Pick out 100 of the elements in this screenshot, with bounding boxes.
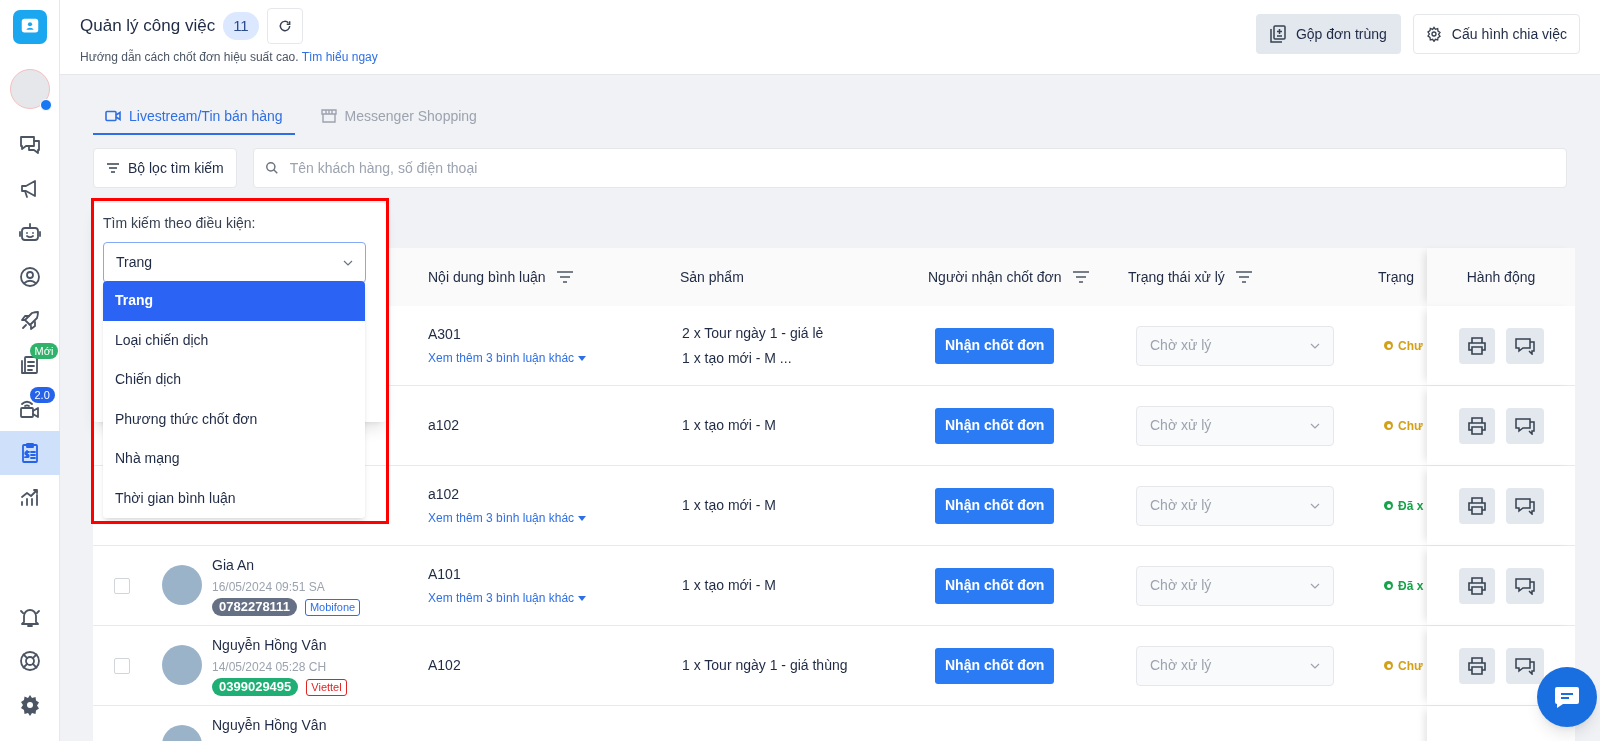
print-button[interactable] bbox=[1458, 327, 1495, 364]
comment-text: a102 bbox=[428, 485, 461, 504]
refresh-button[interactable] bbox=[266, 8, 303, 44]
status-select[interactable]: Chờ xử lý bbox=[1136, 405, 1334, 446]
chat-icon bbox=[1554, 686, 1580, 708]
column-header: Trạng bbox=[1378, 267, 1415, 287]
order-status: Chư bbox=[1398, 657, 1423, 675]
column-header[interactable]: Người nhận chốt đơn bbox=[928, 266, 1090, 288]
chevron-down-icon bbox=[1310, 662, 1320, 669]
avatar-photo bbox=[162, 645, 202, 685]
dropdown-option[interactable]: Loại chiến dịch bbox=[103, 320, 365, 360]
page-avatar[interactable] bbox=[9, 69, 50, 109]
phone-number: 0399029495 bbox=[212, 678, 299, 696]
claim-order-button[interactable]: Nhận chốt đơn bbox=[935, 567, 1055, 604]
product-line: 1 x Tour ngày 1 - giá thùng bbox=[682, 656, 849, 675]
comment-time: 14/05/2024 05:28 CH bbox=[212, 659, 328, 676]
merge-orders-button[interactable]: Gộp đơn trùng bbox=[1255, 14, 1401, 54]
video-camera-icon bbox=[105, 110, 121, 122]
filter-icon bbox=[1071, 270, 1090, 284]
row-checkbox[interactable] bbox=[113, 577, 130, 594]
filter-icon bbox=[1234, 270, 1253, 284]
chat-bubbles-icon bbox=[1514, 656, 1535, 675]
claim-order-button[interactable]: Nhận chốt đơn bbox=[935, 407, 1055, 444]
search-icon bbox=[264, 161, 279, 175]
print-button[interactable] bbox=[1458, 487, 1495, 524]
tab[interactable]: Livestream/Tin bán hàng bbox=[93, 99, 295, 135]
phone-number: 0782278111 bbox=[212, 598, 297, 616]
dropdown-option[interactable]: Trang bbox=[103, 281, 365, 321]
page-title: Quản lý công việc bbox=[80, 15, 216, 38]
sidebar-item[interactable] bbox=[0, 431, 60, 475]
more-comments-link[interactable]: Xem thêm 3 bình luận khác bbox=[428, 589, 664, 607]
search-field[interactable]: Tên khách hàng, số điện thoại bbox=[252, 148, 1567, 188]
status-select[interactable]: Chờ xử lý bbox=[1136, 485, 1334, 526]
claim-order-button[interactable]: Nhận chốt đơn bbox=[935, 487, 1055, 524]
comment-text: A101 bbox=[428, 565, 462, 584]
dropdown-option[interactable]: Phương thức chốt đơn bbox=[103, 399, 365, 439]
lifebuoy-icon bbox=[17, 649, 42, 673]
message-button[interactable] bbox=[1505, 647, 1544, 684]
message-button[interactable] bbox=[1505, 327, 1544, 364]
floating-chat-button[interactable] bbox=[1537, 667, 1597, 727]
product-line: 1 x tạo mới - M bbox=[682, 576, 777, 595]
row-checkbox[interactable] bbox=[113, 657, 130, 674]
comment-text: A301 bbox=[428, 325, 462, 344]
customer-name: Nguyễn Hồng Vân bbox=[212, 716, 327, 735]
app-logo[interactable] bbox=[12, 10, 47, 44]
claim-order-button[interactable]: Nhận chốt đơn bbox=[935, 647, 1055, 684]
more-comments-link[interactable]: Xem thêm 3 bình luận khác bbox=[428, 349, 664, 367]
chat-bubbles-icon bbox=[1514, 496, 1535, 515]
status-select[interactable]: Chờ xử lý bbox=[1136, 325, 1334, 366]
message-button[interactable] bbox=[1505, 407, 1544, 444]
chat-bubbles-icon bbox=[1514, 416, 1535, 435]
print-button[interactable] bbox=[1458, 407, 1495, 444]
chevron-down-icon bbox=[343, 259, 353, 266]
column-header[interactable]: Trạng thái xử lý bbox=[1128, 266, 1253, 288]
product-line: 2 x Tour ngày 1 - giá lẻ bbox=[682, 323, 825, 343]
sidebar-item[interactable]: Mới bbox=[0, 343, 60, 387]
chat-bubbles-icon bbox=[1514, 576, 1535, 595]
caret-down-icon bbox=[578, 595, 587, 601]
filter-button[interactable]: Bộ lọc tìm kiếm bbox=[93, 148, 237, 188]
print-button[interactable] bbox=[1458, 567, 1495, 604]
product-line: 1 x tạo mới - M ... bbox=[682, 348, 793, 368]
comment-text: A102 bbox=[428, 656, 462, 675]
status-select[interactable]: Chờ xử lý bbox=[1136, 645, 1334, 686]
store-icon bbox=[320, 109, 337, 123]
chevron-down-icon bbox=[1310, 422, 1320, 429]
chevron-down-icon bbox=[1310, 502, 1320, 509]
caret-down-icon bbox=[578, 515, 587, 521]
sidebar-item[interactable]: 2.0 bbox=[0, 387, 60, 431]
settings-icon bbox=[1425, 26, 1442, 42]
order-status: Chư bbox=[1398, 417, 1423, 435]
print-button[interactable] bbox=[1458, 647, 1495, 684]
message-button[interactable] bbox=[1505, 487, 1544, 524]
item-badge: 2.0 bbox=[29, 387, 55, 403]
printer-icon bbox=[1466, 416, 1487, 435]
customer-name: Nguyễn Hồng Vân bbox=[212, 636, 328, 655]
order-status: Chư bbox=[1398, 337, 1423, 355]
task-config-button[interactable]: Cấu hình chia việc bbox=[1412, 14, 1580, 54]
message-button[interactable] bbox=[1505, 567, 1544, 604]
printer-icon bbox=[1466, 576, 1487, 595]
more-comments-link[interactable]: Xem thêm 3 bình luận khác bbox=[428, 509, 664, 527]
comment-time: 16/05/2024 09:51 SA bbox=[212, 579, 326, 596]
chat-bubbles-icon bbox=[17, 133, 42, 157]
learn-more-link[interactable]: Tìm hiểu ngay bbox=[301, 50, 378, 64]
dropdown-option[interactable]: Thời gian bình luận bbox=[103, 478, 365, 518]
status-select[interactable]: Chờ xử lý bbox=[1136, 565, 1334, 606]
filter-icon bbox=[106, 162, 120, 174]
claim-order-button[interactable]: Nhận chốt đơn bbox=[935, 327, 1055, 364]
customer-name: Gia An bbox=[212, 556, 256, 575]
dropdown-option[interactable]: Chiến dịch bbox=[103, 360, 365, 400]
dropdown-option[interactable]: Nhà mạng bbox=[103, 439, 365, 479]
chat-bubbles-icon bbox=[1514, 336, 1535, 355]
filter-icon bbox=[555, 270, 574, 284]
refresh-icon bbox=[277, 19, 292, 33]
product-line: 1 x tạo mới - M bbox=[682, 496, 777, 515]
caret-down-icon bbox=[578, 355, 587, 361]
count-badge: 11 bbox=[223, 11, 259, 41]
help-text: Hướng dẫn cách chốt đơn hiệu suất cao. Tìm hiểu ngay bbox=[80, 48, 378, 66]
column-header: Sản phẩm bbox=[680, 267, 744, 287]
column-header[interactable]: Nội dung bình luận bbox=[428, 266, 574, 288]
column-header: Hành động bbox=[1466, 267, 1536, 287]
